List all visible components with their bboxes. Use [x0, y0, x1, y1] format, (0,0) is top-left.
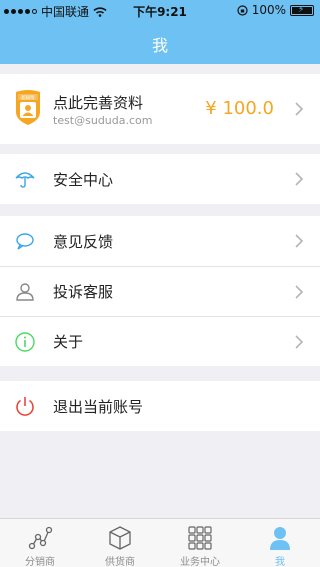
profile-row[interactable]: 超级版 点此完善资料 test@sududa.com ¥ 100.0 — [0, 74, 320, 144]
battery-icon: ⚡ — [290, 4, 314, 16]
tab-bar: 分销商 供货商 业务中心 我 — [0, 518, 320, 567]
chevron-right-icon — [295, 234, 304, 248]
tab-supplier[interactable]: 供货商 — [80, 519, 160, 567]
page-title: 我 — [151, 36, 168, 55]
speech-bubble-icon — [16, 233, 34, 250]
security-group: 安全中心 — [0, 154, 320, 204]
info-icon — [15, 331, 35, 352]
menu-item-about[interactable]: 关于 — [0, 316, 320, 366]
menu-item-complaint[interactable]: 投诉客服 — [0, 266, 320, 316]
tab-label: 业务中心 — [180, 557, 220, 567]
tab-business-center[interactable]: 业务中心 — [160, 519, 240, 567]
tab-distributor[interactable]: 分销商 — [0, 519, 80, 567]
menu-label-feedback: 意见反馈 — [53, 232, 114, 251]
box-icon — [109, 526, 131, 550]
logout-group: 退出当前账号 — [0, 381, 320, 431]
chevron-right-icon — [295, 172, 304, 186]
chevron-right-icon — [295, 284, 304, 299]
menu-label-about: 关于 — [53, 333, 84, 351]
badge-text: 超级版 — [21, 94, 35, 101]
menu-item-security[interactable]: 安全中心 — [0, 154, 320, 204]
tab-label: 分销商 — [25, 557, 55, 567]
battery-percent: 100% — [251, 3, 286, 17]
profile-email: test@sududa.com — [53, 114, 153, 127]
navigation-bar: 我 — [0, 20, 320, 64]
tab-me[interactable]: 我 — [240, 519, 320, 567]
menu-label-complaint: 投诉客服 — [53, 283, 114, 301]
status-bar: 中国联通 下午9:21 100% ⚡ — [0, 0, 320, 20]
support-group: 意见反馈 投诉客服 关于 — [0, 216, 320, 366]
status-right: 100% ⚡ — [237, 3, 314, 17]
tab-label: 供货商 — [105, 557, 135, 567]
chevron-right-icon — [295, 334, 304, 349]
chevron-right-icon — [295, 102, 304, 116]
avatar-badge-icon: 超级版 — [16, 90, 40, 125]
profile-name: 点此完善资料 — [53, 94, 144, 112]
balance-amount: ¥ 100.0 — [205, 98, 274, 119]
power-icon — [16, 397, 34, 416]
menu-label-security: 安全中心 — [53, 170, 114, 189]
person-outline-icon — [16, 282, 34, 301]
orientation-lock-icon — [237, 4, 248, 16]
grid-icon — [188, 526, 212, 550]
person-icon — [270, 527, 290, 550]
network-icon — [28, 526, 53, 550]
tab-label: 我 — [275, 557, 285, 567]
umbrella-icon — [15, 172, 35, 188]
logout-label: 退出当前账号 — [53, 397, 144, 416]
logout-button[interactable]: 退出当前账号 — [0, 381, 320, 431]
menu-item-feedback[interactable]: 意见反馈 — [0, 216, 320, 266]
